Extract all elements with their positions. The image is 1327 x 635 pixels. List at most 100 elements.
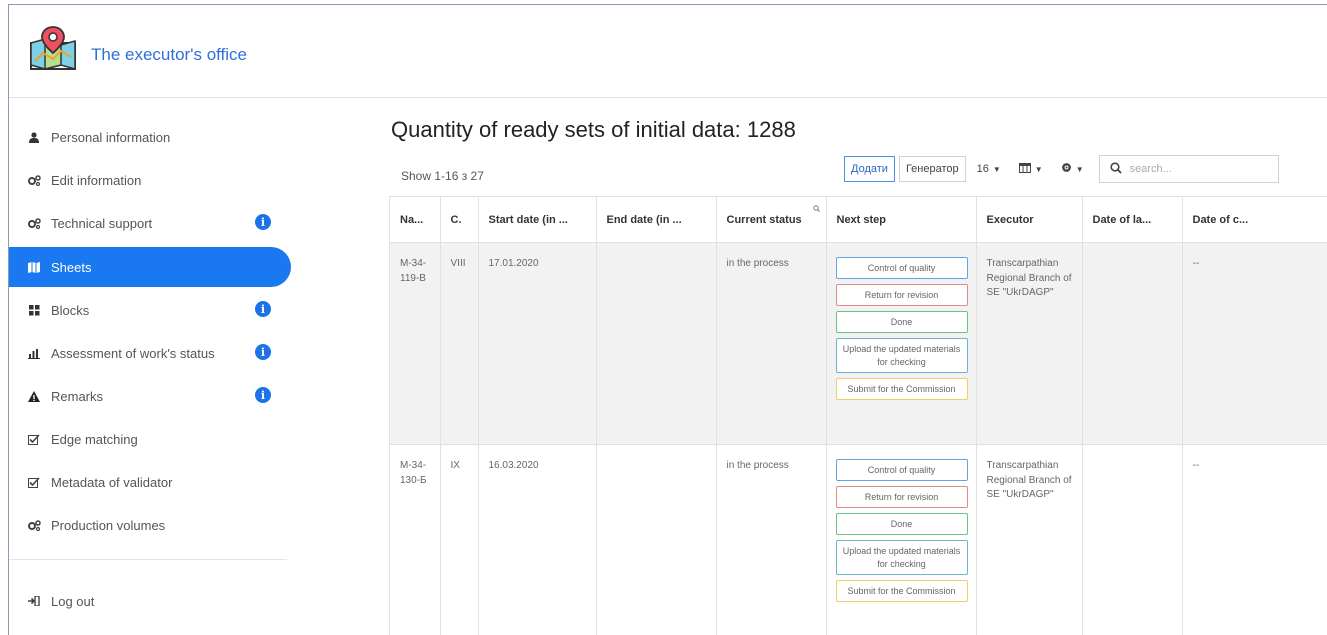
column-header-name[interactable]: Na... — [390, 196, 441, 243]
cell-end-date — [596, 242, 717, 445]
sidebar-item-production-volumes[interactable]: Production volumes — [9, 505, 291, 545]
columns-icon — [1018, 162, 1031, 176]
sidebar-item-label: Remarks — [51, 388, 104, 404]
column-header-date-of-last[interactable]: Date of la... — [1082, 196, 1183, 243]
return-for-revision-button[interactable]: Return for revision — [835, 284, 968, 307]
column-header-end-date[interactable]: End date (in ... — [596, 196, 717, 243]
add-button[interactable]: Додати — [844, 156, 895, 182]
user-icon — [27, 130, 41, 144]
cell-c: VIII — [440, 242, 479, 445]
logout-button[interactable]: Log out — [9, 581, 291, 621]
app-frame: The executor's office Personal informati… — [8, 4, 1327, 635]
gear-icon — [1061, 162, 1072, 176]
sidebar-item-label: Edge matching — [51, 431, 138, 447]
sheets-table: Na... C. Start date (in ... End date (in… — [389, 196, 1327, 635]
generator-button[interactable]: Генератор — [898, 156, 966, 182]
cell-c: IX — [440, 444, 479, 635]
sidebar-item-label: Blocks — [51, 302, 90, 318]
sidebar-divider — [9, 559, 287, 560]
app-title: The executor's office — [91, 45, 248, 64]
cell-date-of-c: -- — [1182, 444, 1327, 635]
logout-label: Log out — [51, 593, 95, 609]
table-row[interactable]: M-34-130-Б IX 16.03.2020 in the process … — [390, 444, 1327, 635]
column-header-label: Current status — [726, 213, 802, 226]
map-icon — [27, 260, 41, 274]
table-row[interactable]: M-34-119-B VIII 17.01.2020 in the proces… — [390, 242, 1327, 445]
sidebar: Personal information Edit information Te… — [9, 99, 295, 635]
sidebar-item-edit-information[interactable]: Edit information — [9, 160, 291, 200]
upload-updated-materials-button[interactable]: Upload the updated materials for checkin… — [835, 338, 968, 373]
submit-for-commission-button[interactable]: Submit for the Commission — [835, 377, 968, 400]
sidebar-item-label: Production volumes — [51, 517, 166, 533]
return-for-revision-button[interactable]: Return for revision — [835, 486, 968, 509]
info-icon[interactable]: i — [255, 344, 271, 360]
done-button[interactable]: Done — [835, 513, 968, 536]
info-icon[interactable]: i — [255, 301, 271, 317]
cell-executor: Transcarpathian Regional Branch of SE "U… — [976, 444, 1083, 635]
sidebar-item-remarks[interactable]: Remarks i — [9, 376, 291, 416]
sidebar-item-blocks[interactable]: Blocks i — [9, 290, 291, 330]
sidebar-item-sheets[interactable]: Sheets — [9, 247, 291, 287]
cell-next-step: Control of quality Return for revision D… — [826, 242, 977, 445]
cell-date-of-last — [1082, 444, 1183, 635]
cell-date-of-c: -- — [1182, 242, 1327, 445]
sidebar-item-edge-matching[interactable]: Edge matching — [9, 419, 291, 459]
cell-next-step: Control of quality Return for revision D… — [826, 444, 977, 635]
sidebar-item-label: Edit information — [51, 172, 142, 188]
page-title: Quantity of ready sets of initial data: … — [391, 117, 796, 142]
column-header-next-step[interactable]: Next step — [826, 196, 977, 243]
info-icon[interactable]: i — [255, 387, 271, 403]
map-pin-logo-icon[interactable] — [27, 25, 79, 71]
table-toolbar: Додати Генератор 16 ▼ ▼ ▼ search... — [844, 155, 1279, 183]
top-bar: The executor's office — [9, 5, 1327, 98]
control-of-quality-button[interactable]: Control of quality — [835, 459, 968, 482]
cell-current-status: in the process — [716, 444, 827, 635]
search-placeholder: search... — [1129, 163, 1172, 175]
sidebar-item-label: Personal information — [51, 129, 171, 145]
submit-for-commission-button[interactable]: Submit for the Commission — [835, 579, 968, 602]
checkbox-icon — [27, 432, 41, 446]
cell-name: M-34-130-Б — [390, 444, 441, 635]
column-header-c[interactable]: C. — [440, 196, 479, 243]
upload-updated-materials-button[interactable]: Upload the updated materials for checkin… — [835, 540, 968, 575]
search-icon — [1110, 161, 1122, 177]
sidebar-item-assessment-of-works-status[interactable]: Assessment of work's status i — [9, 333, 291, 373]
columns-dropdown[interactable]: ▼ — [1011, 156, 1050, 182]
filter-search-icon[interactable] — [812, 204, 820, 214]
sign-out-icon — [27, 594, 41, 608]
column-header-start-date[interactable]: Start date (in ... — [478, 196, 597, 243]
done-button[interactable]: Done — [835, 311, 968, 334]
settings-dropdown[interactable]: ▼ — [1053, 156, 1091, 182]
gears-icon — [27, 173, 41, 187]
caret-down-icon: ▼ — [1075, 164, 1084, 174]
sidebar-item-technical-support[interactable]: Technical support i — [9, 203, 291, 243]
page-size-dropdown[interactable]: 16 ▼ — [969, 156, 1008, 182]
cell-start-date: 16.03.2020 — [478, 444, 597, 635]
cell-name: M-34-119-B — [390, 242, 441, 445]
warning-icon — [27, 389, 41, 403]
cell-end-date — [596, 444, 717, 635]
sidebar-item-metadata-of-validator[interactable]: Metadata of validator — [9, 462, 291, 502]
sidebar-item-label: Assessment of work's status — [51, 345, 215, 361]
cell-current-status: in the process — [716, 242, 827, 445]
column-header-date-of-c[interactable]: Date of c... — [1182, 196, 1327, 243]
cell-executor: Transcarpathian Regional Branch of SE "U… — [976, 242, 1083, 445]
column-header-executor[interactable]: Executor — [976, 196, 1083, 243]
page-size-value: 16 — [976, 163, 989, 175]
info-icon[interactable]: i — [255, 214, 271, 230]
grid-icon — [27, 303, 41, 317]
sidebar-item-label: Metadata of validator — [51, 474, 173, 490]
control-of-quality-button[interactable]: Control of quality — [835, 257, 968, 280]
main-content: Quantity of ready sets of initial data: … — [389, 99, 1327, 635]
column-header-current-status[interactable]: Current status — [716, 196, 827, 243]
bar-chart-icon — [27, 346, 41, 360]
caret-down-icon: ▼ — [992, 164, 1001, 174]
cell-start-date: 17.01.2020 — [478, 242, 597, 445]
search-input[interactable]: search... — [1098, 155, 1279, 183]
gears-icon — [27, 518, 41, 532]
sidebar-item-label: Sheets — [51, 259, 92, 275]
sidebar-item-personal-information[interactable]: Personal information — [9, 117, 291, 157]
table-header-row: Na... C. Start date (in ... End date (in… — [390, 196, 1327, 243]
cell-date-of-last — [1082, 242, 1183, 445]
gears-icon — [27, 216, 41, 230]
